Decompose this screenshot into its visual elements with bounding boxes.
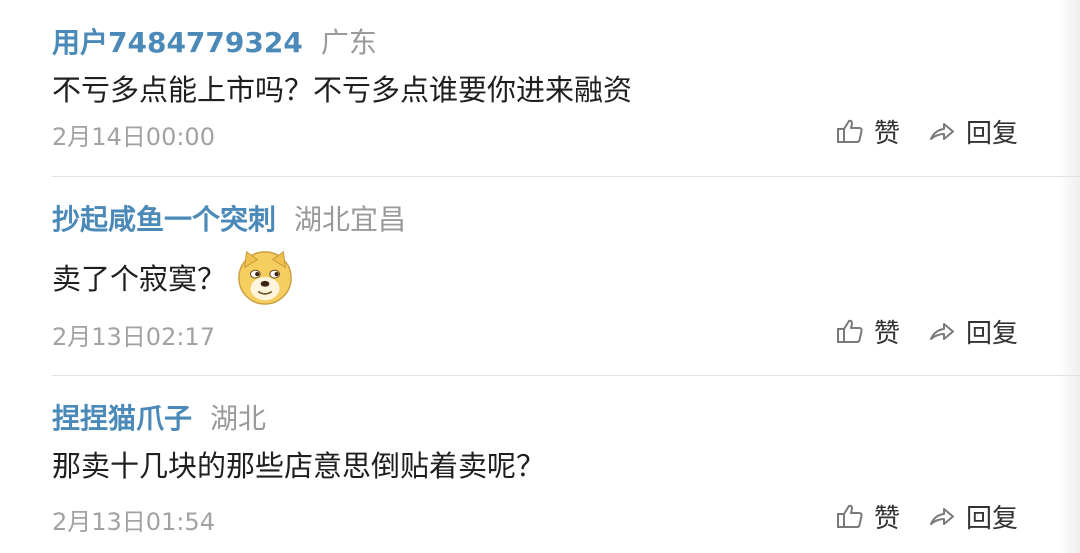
comment-timestamp: 2月14日00:00 [52,123,215,151]
like-button[interactable]: 赞 [836,313,900,350]
comment-item: 捏捏猫爪子 湖北 那卖十几块的那些店意思倒贴着卖呢？ 2月13日01:54 赞 … [0,376,1080,553]
like-button[interactable]: 赞 [836,498,900,535]
reply-button[interactable]: 回复 [928,113,1018,150]
like-label: 赞 [874,503,901,534]
like-button[interactable]: 赞 [836,113,900,150]
username-link[interactable]: 捏捏猫爪子 [52,397,192,437]
user-location: 广东 [320,26,377,59]
comment-text: 卖了个寂寞？ [52,262,227,296]
comment-item: 抄起咸鱼一个突刺 湖北宜昌 卖了个寂寞？ 2月13日02:17 赞 回复 [0,177,1080,375]
thumbs-up-icon [837,319,863,343]
share-arrow-icon [930,323,955,340]
comment-text: 不亏多点能上市吗？不亏多点谁要你进来融资 [52,73,633,107]
user-location: 湖北 [210,402,267,435]
thumbs-up-icon [837,504,863,528]
comment-timestamp: 2月13日01:54 [52,508,215,536]
reply-label: 回复 [966,503,1019,534]
comment-actions: 赞 回复 [836,498,1018,534]
share-arrow-icon [930,123,955,140]
username-link[interactable]: 抄起咸鱼一个突刺 [52,198,276,238]
comment-actions: 赞 回复 [836,313,1018,349]
comment-timestamp: 2月13日02:17 [52,323,215,351]
doge-emoji-icon [238,250,292,305]
username-link[interactable]: 用户7484779324 [52,21,303,61]
thumbs-up-icon [837,119,863,143]
reply-label: 回复 [966,118,1019,149]
user-location: 湖北宜昌 [294,203,407,236]
reply-button[interactable]: 回复 [928,498,1018,535]
reply-label: 回复 [966,318,1019,349]
comment-meta: 用户7484779324 广东 [52,22,377,60]
reply-button[interactable]: 回复 [928,313,1018,350]
comment-item: 用户7484779324 广东 不亏多点能上市吗？不亏多点谁要你进来融资 2月1… [0,0,1080,176]
like-label: 赞 [874,118,901,149]
comment-text-row: 卖了个寂寞？ [52,247,294,307]
like-label: 赞 [874,318,901,349]
comment-meta: 捏捏猫爪子 湖北 [52,398,266,436]
comment-actions: 赞 回复 [836,113,1018,149]
share-arrow-icon [930,508,955,525]
comment-text: 那卖十几块的那些店意思倒贴着卖呢？ [52,449,546,483]
comment-meta: 抄起咸鱼一个突刺 湖北宜昌 [52,199,406,237]
